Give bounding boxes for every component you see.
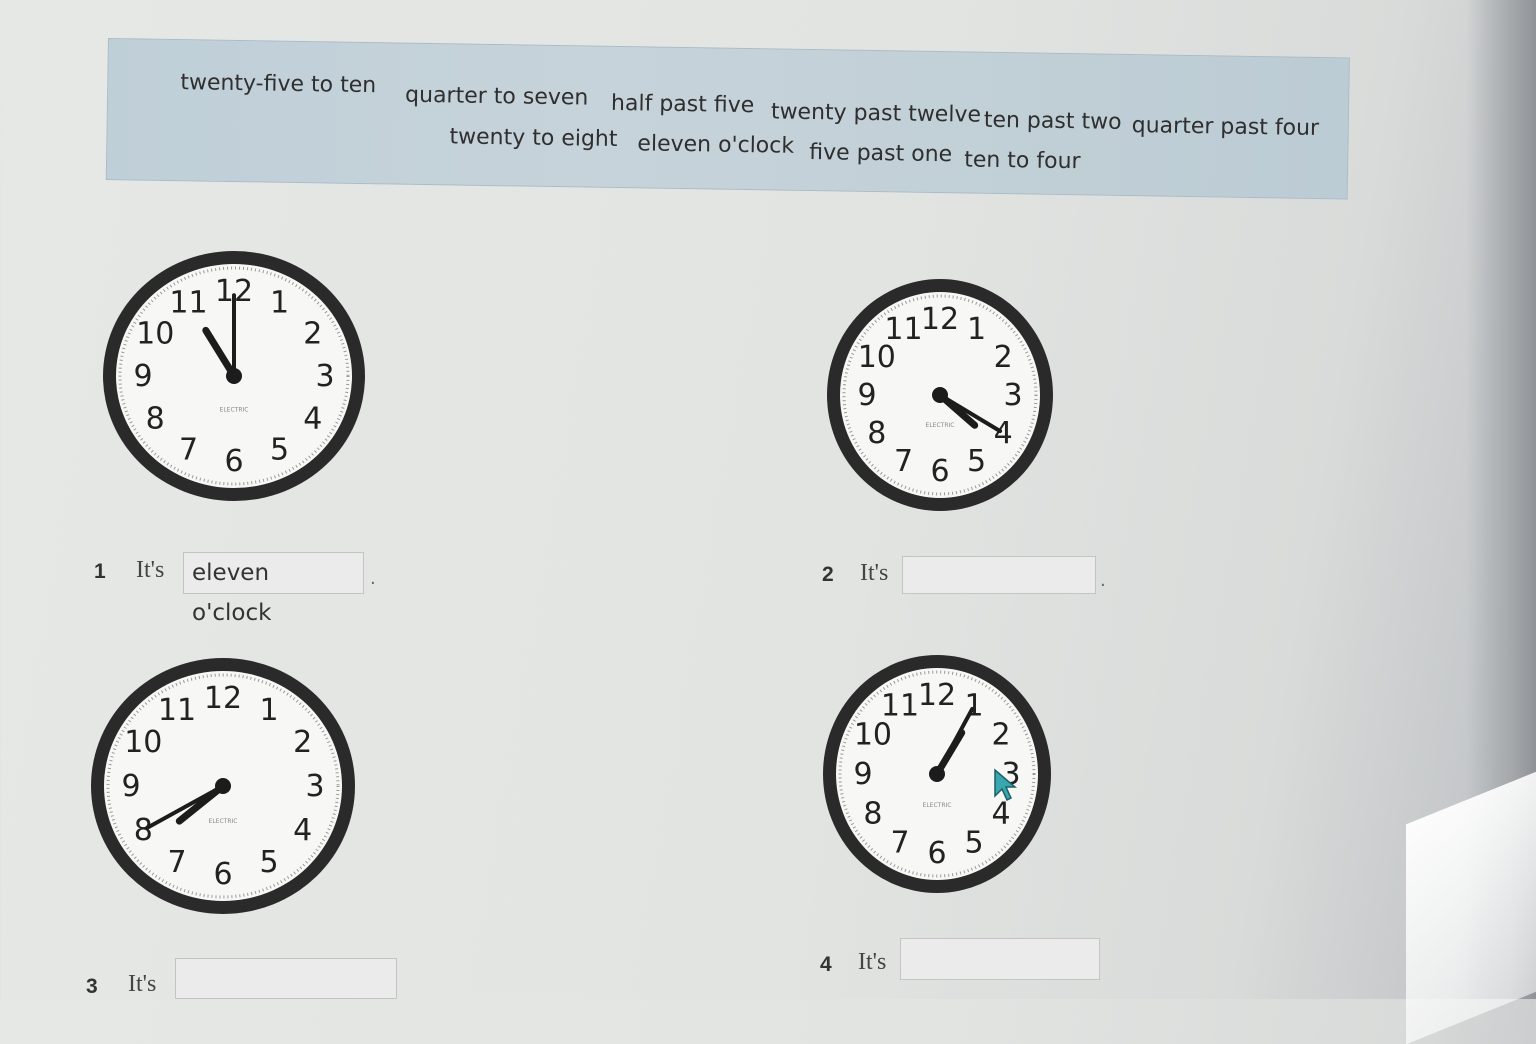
word-option[interactable]: five past one (809, 140, 952, 167)
word-option[interactable]: twenty to eight (449, 124, 617, 152)
clock-brand-label: ELECTRIC (209, 818, 238, 825)
clock-numeral: 5 (270, 433, 289, 468)
clock-brand-label: ELECTRIC (220, 407, 249, 414)
clock-center-pin (215, 778, 231, 794)
clock-1: 12 1234567891011ELECTRIC (103, 251, 365, 501)
word-option[interactable]: quarter to seven (405, 83, 589, 111)
clock-face: 12 12 3 45678 9 1011 ELECTRIC (91, 658, 355, 914)
clock-numeral: 12 (204, 681, 242, 716)
question-prefix: It's (858, 949, 887, 975)
clock-numeral: 1 (967, 312, 986, 347)
clock-numeral: 9 (133, 359, 152, 394)
word-option[interactable]: quarter past four (1132, 113, 1320, 141)
word-option[interactable]: twenty-five to ten (180, 70, 376, 98)
clock-numeral: 10 (136, 317, 174, 352)
question-prefix: It's (136, 557, 165, 583)
clock-numeral: 8 (134, 813, 153, 848)
answer-field[interactable] (900, 938, 1100, 980)
clock-numeral: 6 (927, 836, 946, 871)
question-number: 1 (94, 560, 106, 583)
sentence-period: . (370, 568, 376, 589)
clock-numeral: 11 (881, 689, 919, 724)
clock-numeral: 2 (293, 725, 312, 760)
word-option[interactable]: ten past two (984, 108, 1122, 135)
clock-numeral: 1 (259, 693, 278, 728)
question-prefix: It's (860, 560, 889, 586)
clock-numeral: 9 (853, 757, 872, 792)
clock-numeral: 3 (1003, 378, 1022, 413)
clock-face: 12 1234567891011ELECTRIC (827, 279, 1053, 511)
clock-face: 12 1234567891011ELECTRIC (103, 251, 365, 501)
clock-numeral: 11 (158, 693, 196, 728)
clock-numeral: 9 (121, 769, 140, 804)
clock-numeral: 2 (992, 718, 1011, 753)
clock-numeral: 5 (259, 845, 278, 880)
word-option[interactable]: twenty past twelve (771, 99, 981, 127)
clock-numeral: 12 (918, 678, 956, 713)
clock-numeral: 5 (964, 825, 983, 860)
answer-field[interactable] (902, 556, 1096, 594)
sentence-period: . (1100, 570, 1106, 591)
clock-numeral: 5 (967, 444, 986, 479)
question-number: 4 (820, 953, 832, 976)
clock-numeral: 2 (303, 317, 322, 352)
clock-numeral: 2 (994, 340, 1013, 375)
clock-center-pin (226, 368, 242, 384)
question-number: 3 (86, 975, 98, 998)
word-option[interactable]: ten to four (964, 147, 1081, 174)
question-number: 2 (822, 563, 834, 586)
clock-numeral: 8 (146, 402, 165, 437)
clock-numeral: 12 (921, 302, 959, 337)
mouse-cursor-icon (994, 768, 1018, 802)
clock-numeral: 7 (167, 845, 186, 880)
clock-numeral: 8 (867, 416, 886, 451)
clock-numeral: 8 (863, 797, 882, 832)
clock-numeral: 7 (179, 433, 198, 468)
clock-center-pin (929, 766, 945, 782)
clock-brand-label: ELECTRIC (926, 422, 955, 429)
answer-field[interactable] (175, 958, 397, 999)
clock-numeral: 6 (930, 454, 949, 489)
clock-numeral: 6 (213, 857, 232, 892)
clock-numeral: 3 (305, 769, 324, 804)
answer-field[interactable]: eleven o'clock (183, 552, 364, 626)
clock-numeral: 3 (315, 359, 334, 394)
clock-numeral: 6 (224, 444, 243, 479)
clock-numeral: 4 (994, 416, 1013, 451)
word-option[interactable]: half past five (611, 91, 755, 118)
word-bank: twenty-five to ten quarter to seven half… (105, 38, 1350, 200)
clock-brand-label: ELECTRIC (923, 802, 952, 809)
clock-numeral: 9 (857, 378, 876, 413)
clock-numeral: 10 (124, 725, 162, 760)
clock-numeral: 7 (894, 444, 913, 479)
clock-numeral: 11 (169, 285, 207, 320)
word-option[interactable]: eleven o'clock (637, 131, 794, 158)
question-prefix: It's (128, 971, 157, 997)
clock-3: 12 12 3 45678 9 1011 ELECTRIC (91, 658, 355, 914)
clock-numeral: 4 (303, 402, 322, 437)
clock-numeral: 7 (890, 825, 909, 860)
clock-center-pin (932, 387, 948, 403)
clock-numeral: 1 (270, 285, 289, 320)
clock-numeral: 11 (884, 312, 922, 347)
clock-numeral: 4 (293, 813, 312, 848)
screen-glare (1406, 755, 1536, 1044)
clock-2: 12 1234567891011ELECTRIC (827, 279, 1053, 511)
